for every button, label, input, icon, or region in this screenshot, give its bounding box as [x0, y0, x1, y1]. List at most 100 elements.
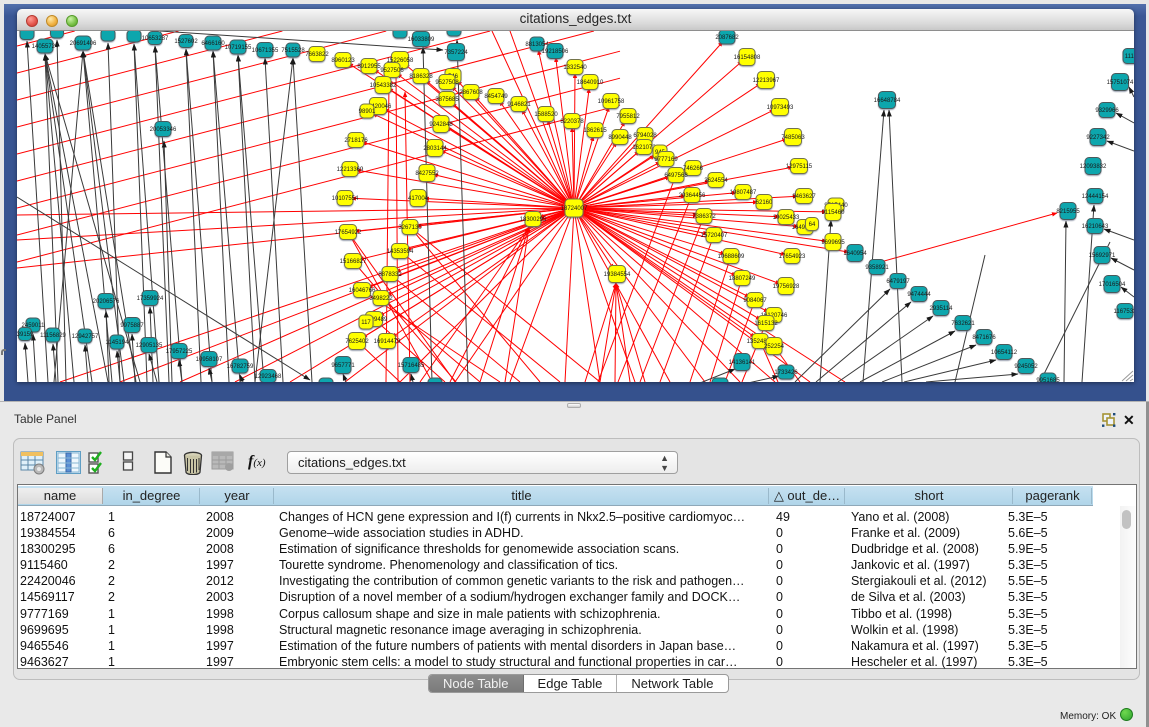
- svg-text:9146821: 9146821: [507, 102, 531, 108]
- svg-text:12942757: 12942757: [72, 334, 99, 340]
- svg-text:14353594: 14353594: [387, 249, 414, 255]
- svg-text:10025433: 10025433: [773, 215, 800, 221]
- svg-text:12923468: 12923468: [255, 374, 282, 380]
- svg-text:3498222: 3498222: [369, 296, 393, 302]
- svg-text:12093832: 12093832: [1080, 164, 1107, 170]
- svg-text:8878332: 8878332: [378, 272, 402, 278]
- svg-text:1167533: 1167533: [1114, 309, 1134, 315]
- svg-text:1145194: 1145194: [106, 340, 130, 346]
- svg-text:10107554: 10107554: [332, 196, 359, 202]
- svg-text:7663822: 7663822: [305, 52, 329, 58]
- svg-text:14055724: 14055724: [32, 44, 59, 50]
- svg-text:14136141: 14136141: [729, 360, 756, 366]
- svg-text:9777169: 9777169: [654, 157, 678, 163]
- svg-text:20206576: 20206576: [93, 299, 120, 305]
- svg-text:12213967: 12213967: [753, 78, 780, 84]
- svg-text:18300295: 18300295: [520, 217, 547, 223]
- svg-text:10654112: 10654112: [991, 350, 1018, 356]
- svg-text:417004: 417004: [408, 196, 429, 202]
- svg-text:1332540: 1332540: [563, 65, 587, 71]
- svg-text:98901: 98901: [359, 109, 376, 115]
- svg-text:1615132: 1615132: [754, 321, 778, 327]
- svg-text:16782759: 16782759: [227, 364, 254, 370]
- svg-text:9951685: 9951685: [1036, 378, 1060, 382]
- svg-text:1527602: 1527602: [174, 39, 198, 45]
- svg-text:19218506: 19218506: [542, 49, 569, 55]
- svg-text:62160: 62160: [756, 200, 773, 206]
- svg-text:16914479: 16914479: [374, 339, 401, 345]
- svg-text:3267130: 3267130: [398, 225, 422, 231]
- svg-text:2803144: 2803144: [423, 146, 447, 152]
- svg-text:19756928: 19756928: [773, 284, 800, 290]
- svg-text:8912955: 8912955: [357, 64, 381, 70]
- svg-text:17654923: 17654923: [779, 254, 806, 260]
- svg-text:15692971: 15692971: [1089, 253, 1116, 259]
- svg-text:8990448: 8990448: [608, 135, 632, 141]
- svg-text:9527506: 9527506: [380, 68, 404, 74]
- svg-text:17654922: 17654922: [335, 230, 362, 236]
- svg-text:10961758: 10961758: [598, 99, 625, 105]
- svg-text:1640954: 1640954: [843, 251, 867, 257]
- svg-text:9329966: 9329966: [1095, 108, 1119, 114]
- svg-text:17359924: 17359924: [137, 296, 164, 302]
- svg-text:20691406: 20691406: [70, 41, 97, 47]
- svg-text:18640910: 18640910: [577, 80, 604, 86]
- svg-text:7625402: 7625402: [345, 339, 369, 345]
- svg-text:9358921: 9358921: [865, 265, 889, 271]
- svg-text:10671355: 10671355: [252, 48, 279, 54]
- svg-text:9084067: 9084067: [743, 298, 767, 304]
- svg-text:8186328: 8186328: [409, 74, 433, 80]
- svg-text:1362615: 1362615: [583, 128, 607, 134]
- svg-text:9527508: 9527508: [435, 80, 459, 86]
- svg-text:9245052: 9245052: [1014, 364, 1038, 370]
- svg-text:8220378: 8220378: [560, 119, 584, 125]
- svg-text:10973493: 10973493: [767, 105, 794, 111]
- svg-text:12213369: 12213369: [337, 167, 364, 173]
- svg-text:15751074: 15751074: [1107, 80, 1134, 86]
- svg-text:64: 64: [809, 222, 816, 228]
- svg-text:8215955: 8215955: [1056, 209, 1080, 215]
- svg-text:12444154: 12444154: [1082, 194, 1109, 200]
- svg-text:17957225: 17957225: [166, 349, 193, 355]
- svg-text:1588520: 1588520: [534, 112, 558, 118]
- svg-text:16210643: 16210643: [1082, 224, 1109, 230]
- svg-text:9474444: 9474444: [907, 292, 931, 298]
- svg-text:8813054: 8813054: [525, 42, 549, 48]
- svg-text:16033809: 16033809: [408, 37, 435, 43]
- svg-text:2087682: 2087682: [715, 35, 739, 41]
- svg-text:20364456: 20364456: [679, 193, 706, 199]
- svg-text:10958107: 10958107: [196, 357, 223, 363]
- svg-text:18724007: 18724007: [561, 206, 588, 212]
- svg-text:10688609: 10688609: [718, 254, 745, 260]
- svg-text:17016504: 17016504: [1099, 282, 1126, 288]
- svg-text:8454749: 8454749: [484, 94, 508, 100]
- svg-text:8960123: 8960123: [331, 58, 355, 64]
- svg-text:746266: 746266: [683, 166, 704, 172]
- svg-text:3624554: 3624554: [704, 178, 728, 184]
- svg-text:10543382: 10543382: [370, 83, 397, 89]
- svg-text:39159: 39159: [17, 332, 34, 338]
- svg-text:3875685: 3875685: [435, 97, 459, 103]
- svg-text:2718176: 2718176: [344, 138, 368, 144]
- svg-text:15166827: 15166827: [340, 259, 367, 265]
- svg-text:11156829: 11156829: [40, 333, 66, 339]
- svg-text:8427552: 8427552: [415, 171, 439, 177]
- svg-text:6479197: 6479197: [886, 279, 910, 285]
- svg-text:7386372: 7386372: [692, 214, 716, 220]
- svg-text:1733426: 1733426: [774, 370, 798, 376]
- svg-text:9242848: 9242848: [429, 122, 453, 128]
- svg-text:12905135: 12905135: [136, 343, 163, 349]
- svg-text:9115460: 9115460: [822, 210, 846, 216]
- svg-text:7485063: 7485063: [781, 135, 805, 141]
- svg-text:6466160: 6466160: [201, 41, 225, 47]
- svg-text:9227342: 9227342: [1086, 135, 1110, 141]
- svg-text:19384554: 19384554: [604, 272, 631, 278]
- svg-text:7515528: 7515528: [281, 48, 305, 54]
- svg-text:6794028: 6794028: [633, 133, 657, 139]
- svg-text:20053346: 20053346: [150, 127, 177, 133]
- svg-text:16648784: 16648784: [874, 98, 901, 104]
- svg-text:9975887: 9975887: [120, 323, 144, 329]
- svg-text:10807487: 10807487: [730, 190, 757, 196]
- svg-text:10719155: 10719155: [225, 45, 252, 51]
- svg-text:9657771: 9657771: [331, 363, 355, 369]
